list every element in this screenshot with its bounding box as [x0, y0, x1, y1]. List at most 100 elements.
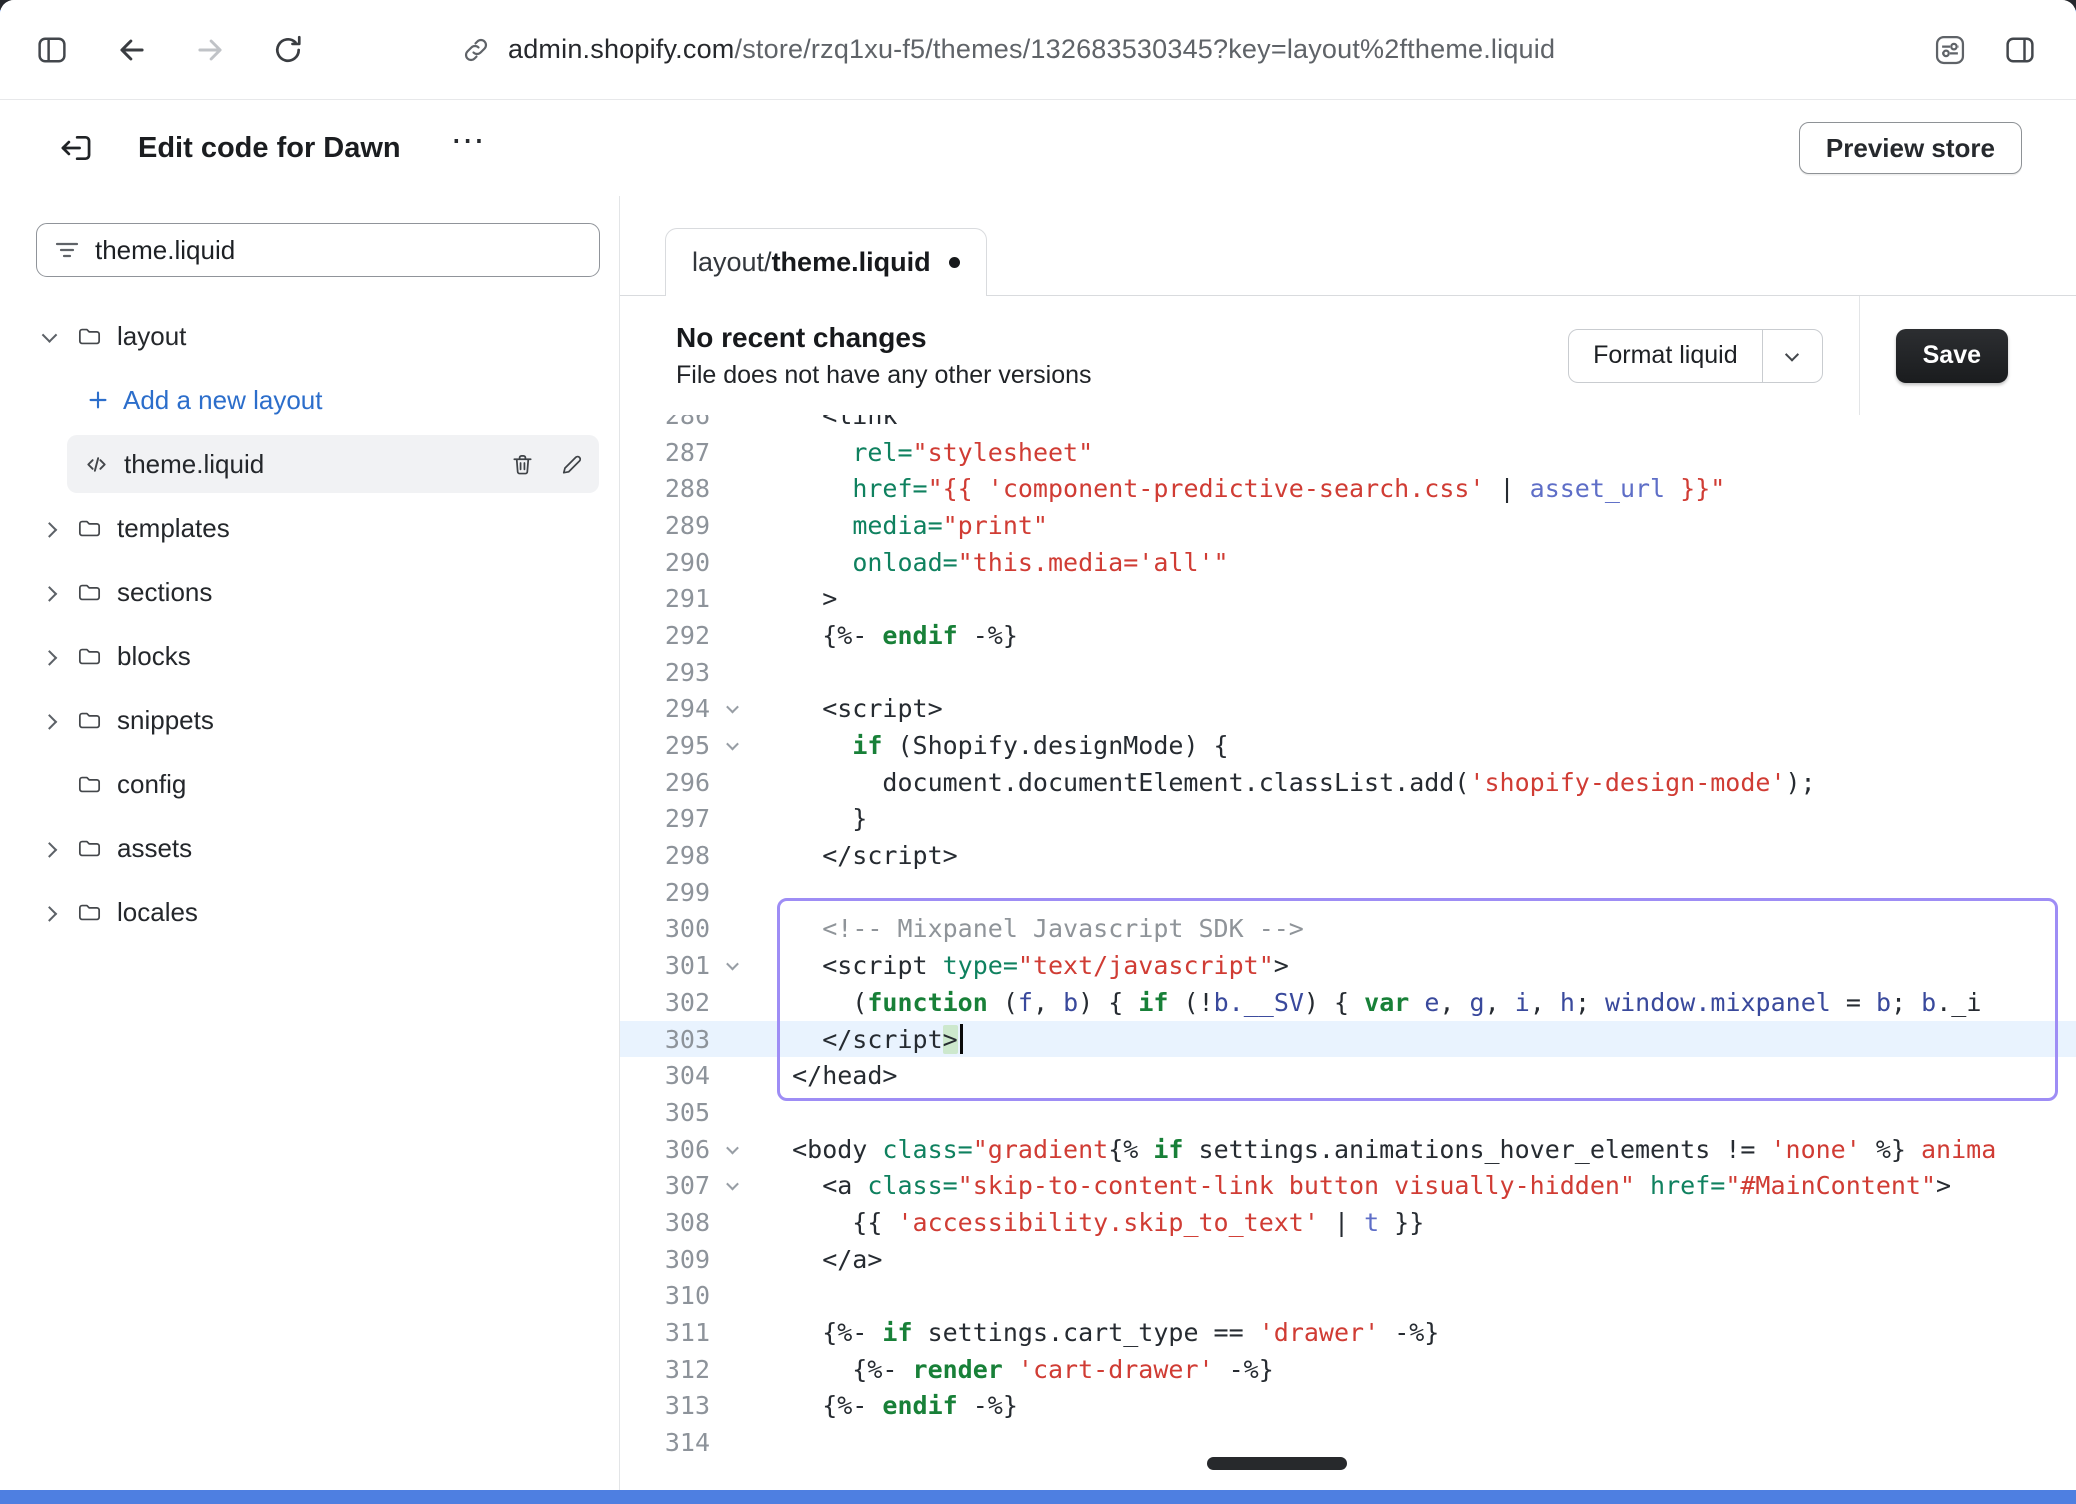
sidebar-folder-config[interactable]: config	[36, 752, 599, 816]
format-liquid-button[interactable]: Format liquid	[1569, 330, 1762, 382]
sidebar-folder-assets[interactable]: assets	[36, 816, 599, 880]
back-button[interactable]	[110, 28, 154, 72]
chevron-right-icon[interactable]	[36, 843, 76, 854]
sidebar-folder-templates[interactable]: templates	[36, 496, 599, 560]
code-lines: 286 <link287 rel="stylesheet"288 href="{…	[620, 415, 2076, 1490]
line-number: 310	[620, 1281, 710, 1310]
code-line-308[interactable]: 308 {{ 'accessibility.skip_to_text' | t …	[620, 1204, 2076, 1241]
code-line-306[interactable]: 306 <body class="gradient{% if settings.…	[620, 1131, 2076, 1168]
code-line-310[interactable]: 310	[620, 1278, 2076, 1315]
code-line-307[interactable]: 307 <a class="skip-to-content-link butto…	[620, 1167, 2076, 1204]
sidebar-folder-sections[interactable]: sections	[36, 560, 599, 624]
line-number: 293	[620, 658, 710, 687]
code-text: <body class="gradient{% if settings.anim…	[754, 1135, 1996, 1164]
code-line-303[interactable]: 303 </script>	[620, 1021, 2076, 1058]
line-number: 300	[620, 914, 710, 943]
rename-file-button[interactable]	[558, 451, 585, 478]
code-line-289[interactable]: 289 media="print"	[620, 507, 2076, 544]
format-options-dropdown[interactable]	[1762, 330, 1822, 382]
code-line-288[interactable]: 288 href="{{ 'component-predictive-searc…	[620, 470, 2076, 507]
file-search-input[interactable]	[95, 235, 583, 266]
panel-right-toggle-icon[interactable]	[1998, 28, 2042, 72]
chevron-right-icon[interactable]	[36, 523, 76, 534]
code-text: media="print"	[754, 511, 1048, 540]
editor-area: layout/theme.liquid No recent changes Fi…	[620, 196, 2076, 1490]
line-number: 314	[620, 1428, 710, 1457]
code-line-302[interactable]: 302 (function (f, b) { if (!b.__SV) { va…	[620, 984, 2076, 1021]
code-text: (function (f, b) { if (!b.__SV) { var e,…	[754, 988, 1981, 1017]
code-line-315[interactable]	[620, 1461, 2076, 1490]
code-line-286[interactable]: 286 <link	[620, 415, 2076, 434]
code-line-309[interactable]: 309 </a>	[620, 1241, 2076, 1278]
code-line-290[interactable]: 290 onload="this.media='all'"	[620, 544, 2076, 581]
line-number: 290	[620, 548, 710, 577]
code-line-311[interactable]: 311 {%- if settings.cart_type == 'drawer…	[620, 1314, 2076, 1351]
chevron-right-icon[interactable]	[36, 715, 76, 726]
folder-icon	[76, 579, 103, 606]
delete-file-button[interactable]	[509, 451, 536, 478]
code-line-295[interactable]: 295 if (Shopify.designMode) {	[620, 727, 2076, 764]
fold-chevron-icon[interactable]	[710, 1145, 754, 1154]
fold-chevron-icon[interactable]	[710, 704, 754, 713]
filter-icon	[53, 236, 81, 264]
line-number: 291	[620, 584, 710, 613]
code-line-287[interactable]: 287 rel="stylesheet"	[620, 434, 2076, 471]
code-line-313[interactable]: 313 {%- endif -%}	[620, 1388, 2076, 1425]
sidebar-folder-layout[interactable]: layout	[36, 304, 599, 368]
fold-chevron-icon[interactable]	[710, 1181, 754, 1190]
fold-chevron-icon[interactable]	[710, 741, 754, 750]
code-line-298[interactable]: 298 </script>	[620, 837, 2076, 874]
code-line-304[interactable]: 304 </head>	[620, 1057, 2076, 1094]
code-line-296[interactable]: 296 document.documentElement.classList.a…	[620, 764, 2076, 801]
sidebar-toggle-icon[interactable]	[30, 28, 74, 72]
code-line-305[interactable]: 305	[620, 1094, 2076, 1131]
tab-theme-liquid[interactable]: layout/theme.liquid	[665, 228, 987, 296]
tree-item-label: templates	[117, 513, 230, 544]
save-button[interactable]: Save	[1896, 329, 2008, 383]
more-actions-button[interactable]: ⋯	[445, 131, 494, 165]
code-line-291[interactable]: 291 >	[620, 580, 2076, 617]
sidebar-add-new-layout[interactable]: Add a new layout	[67, 368, 599, 432]
file-search-box[interactable]	[36, 223, 600, 277]
code-line-293[interactable]: 293	[620, 654, 2076, 691]
forward-button[interactable]	[188, 28, 232, 72]
chevron-down-icon[interactable]	[36, 331, 76, 342]
line-number: 304	[620, 1061, 710, 1090]
address-bar[interactable]: admin.shopify.com/store/rzq1xu-f5/themes…	[460, 34, 1555, 66]
tree-item-label: snippets	[117, 705, 214, 736]
line-number: 299	[620, 878, 710, 907]
code-editor[interactable]: 286 <link287 rel="stylesheet"288 href="{…	[620, 415, 2076, 1490]
chevron-right-icon[interactable]	[36, 651, 76, 662]
code-line-294[interactable]: 294 <script>	[620, 691, 2076, 728]
code-text: {%- endif -%}	[754, 621, 1018, 650]
reload-button[interactable]	[266, 28, 310, 72]
code-text: <!-- Mixpanel Javascript SDK -->	[754, 914, 1304, 943]
code-text: </a>	[754, 1245, 882, 1274]
code-line-314[interactable]: 314	[620, 1424, 2076, 1461]
chevron-right-icon[interactable]	[36, 587, 76, 598]
folder-icon	[76, 643, 103, 670]
exit-code-editor-button[interactable]	[52, 124, 100, 172]
tree-item-label: theme.liquid	[124, 449, 264, 480]
code-line-312[interactable]: 312 {%- render 'cart-drawer' -%}	[620, 1351, 2076, 1388]
code-line-300[interactable]: 300 <!-- Mixpanel Javascript SDK -->	[620, 911, 2076, 948]
code-line-301[interactable]: 301 <script type="text/javascript">	[620, 947, 2076, 984]
line-number: 297	[620, 804, 710, 833]
line-number: 292	[620, 621, 710, 650]
preview-store-button[interactable]: Preview store	[1799, 122, 2022, 174]
code-text: {%- endif -%}	[754, 1391, 1018, 1420]
code-line-299[interactable]: 299	[620, 874, 2076, 911]
chevron-down-icon	[1785, 347, 1799, 361]
clipped-line-fragment	[1207, 1457, 1347, 1470]
fold-chevron-icon[interactable]	[710, 961, 754, 970]
code-text: <script>	[754, 694, 943, 723]
code-line-297[interactable]: 297 }	[620, 801, 2076, 838]
sidebar-folder-snippets[interactable]: snippets	[36, 688, 599, 752]
sidebar-file-theme-liquid[interactable]: theme.liquid	[67, 435, 599, 493]
line-number: 294	[620, 694, 710, 723]
browser-extension-icon[interactable]	[1928, 28, 1972, 72]
chevron-right-icon[interactable]	[36, 907, 76, 918]
sidebar-folder-locales[interactable]: locales	[36, 880, 599, 944]
code-line-292[interactable]: 292 {%- endif -%}	[620, 617, 2076, 654]
sidebar-folder-blocks[interactable]: blocks	[36, 624, 599, 688]
